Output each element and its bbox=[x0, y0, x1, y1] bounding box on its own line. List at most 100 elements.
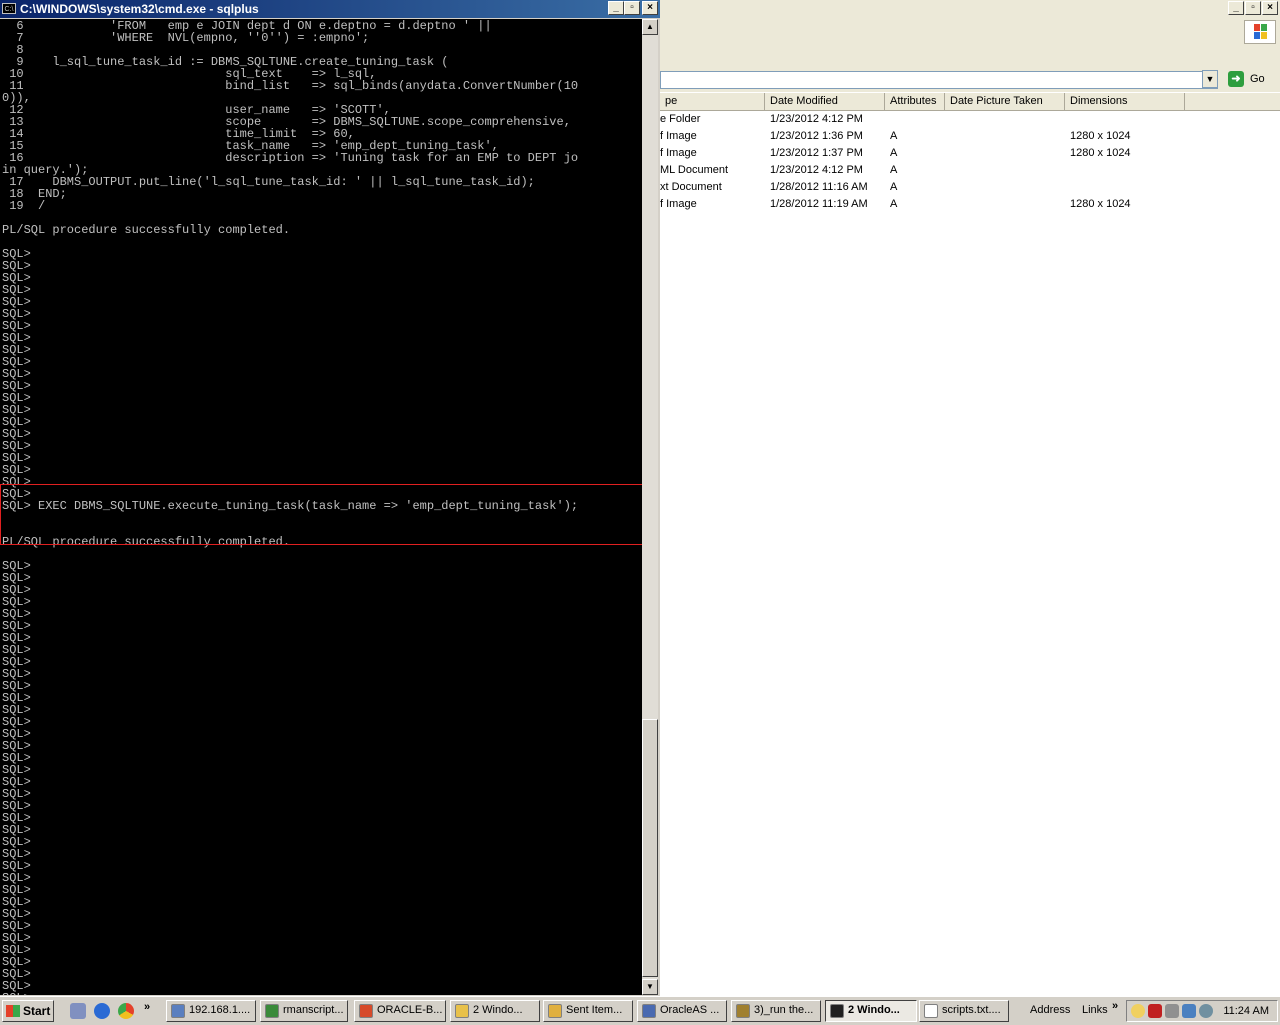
scroll-thumb[interactable] bbox=[642, 719, 658, 977]
address-dropdown-icon[interactable]: ▼ bbox=[1202, 70, 1218, 88]
console-line: SQL> bbox=[2, 787, 31, 801]
start-button[interactable]: Start bbox=[2, 1000, 54, 1022]
file-taken bbox=[950, 162, 1060, 179]
console-line: SQL> bbox=[2, 739, 31, 753]
taskbar: Start » 192.168.1.... rmanscript... ORACLE… bbox=[0, 996, 1280, 1025]
task-app-icon bbox=[548, 1004, 562, 1018]
console-scrollbar[interactable]: ▲ ▼ bbox=[642, 19, 658, 995]
console-line: SQL> bbox=[2, 847, 31, 861]
taskbar-button[interactable]: 3)_run the... bbox=[731, 1000, 821, 1022]
file-row[interactable]: e Folder 1/23/2012 4:12 PM bbox=[660, 111, 1280, 128]
console-line: SQL> bbox=[2, 607, 31, 621]
scroll-up-icon[interactable]: ▲ bbox=[642, 19, 658, 35]
console-line: 16 description => 'Tuning task for an EM… bbox=[2, 151, 579, 165]
console-line: SQL> bbox=[2, 283, 31, 297]
minimize-button[interactable]: _ bbox=[1228, 1, 1244, 15]
file-date: 1/28/2012 11:19 AM bbox=[770, 198, 868, 210]
console-line: SQL> bbox=[2, 871, 31, 885]
console-line: SQL> bbox=[2, 391, 31, 405]
file-row[interactable]: f Image 1/28/2012 11:19 AM A 1280 x 1024 bbox=[660, 196, 1280, 213]
file-dims: 1280 x 1024 bbox=[1070, 147, 1131, 159]
start-label: Start bbox=[23, 1004, 51, 1018]
console-output[interactable]: 6 'FROM emp e JOIN dept d ON e.deptno = … bbox=[0, 19, 642, 995]
column-header-attributes[interactable]: Attributes bbox=[885, 93, 945, 110]
go-button[interactable]: ➜ Go bbox=[1226, 70, 1276, 90]
scroll-down-icon[interactable]: ▼ bbox=[642, 979, 658, 995]
file-type: e Folder bbox=[660, 113, 701, 125]
file-attr: A bbox=[890, 164, 898, 176]
taskbar-button[interactable]: rmanscript... bbox=[260, 1000, 348, 1022]
task-label: Sent Item... bbox=[566, 1004, 623, 1016]
tray-update-icon[interactable] bbox=[1199, 1004, 1213, 1018]
column-header-dimensions[interactable]: Dimensions bbox=[1065, 93, 1185, 110]
console-line: SQL> bbox=[2, 367, 31, 381]
file-taken bbox=[950, 128, 1060, 145]
highlight-annotation bbox=[0, 484, 642, 545]
file-date: 1/28/2012 11:16 AM bbox=[770, 181, 868, 193]
tray-shield-icon[interactable] bbox=[1148, 1004, 1162, 1018]
explorer-titlebar[interactable]: _ ▫ × bbox=[660, 0, 1280, 18]
show-desktop-icon[interactable] bbox=[70, 1003, 86, 1019]
console-line: SQL> bbox=[2, 403, 31, 417]
task-app-icon bbox=[736, 1004, 750, 1018]
console-line: SQL> bbox=[2, 247, 31, 261]
file-type: f Image bbox=[660, 198, 697, 210]
console-line: SQL> bbox=[2, 811, 31, 825]
file-row[interactable]: xt Document 1/28/2012 11:16 AM A bbox=[660, 179, 1280, 196]
restore-button[interactable]: ▫ bbox=[1245, 1, 1261, 15]
file-date: 1/23/2012 4:12 PM bbox=[770, 164, 863, 176]
task-label: OracleAS ... bbox=[660, 1004, 720, 1016]
file-date: 1/23/2012 1:37 PM bbox=[770, 147, 863, 159]
taskbar-button[interactable]: OracleAS ... bbox=[637, 1000, 727, 1022]
console-line: 11 bind_list => sql_binds(anydata.Conver… bbox=[2, 79, 579, 93]
file-type: xt Document bbox=[660, 181, 722, 193]
file-type: f Image bbox=[660, 147, 697, 159]
tray-smiley-icon[interactable] bbox=[1131, 1004, 1145, 1018]
internet-explorer-icon[interactable] bbox=[94, 1003, 110, 1019]
file-taken bbox=[950, 111, 1060, 128]
restore-button[interactable]: ▫ bbox=[624, 1, 640, 15]
close-button[interactable]: × bbox=[642, 1, 658, 15]
console-line: SQL> bbox=[2, 595, 31, 609]
console-line: SQL> bbox=[2, 559, 31, 573]
file-row[interactable]: f Image 1/23/2012 1:37 PM A 1280 x 1024 bbox=[660, 145, 1280, 162]
taskbar-button[interactable]: scripts.txt.... bbox=[919, 1000, 1009, 1022]
console-line: SQL> bbox=[2, 835, 31, 849]
tray-volume-icon[interactable] bbox=[1165, 1004, 1179, 1018]
close-button[interactable]: × bbox=[1262, 1, 1278, 15]
file-dims bbox=[1070, 162, 1180, 179]
taskbar-button[interactable]: 2 Windo... bbox=[825, 1000, 917, 1022]
console-window: C:\ C:\WINDOWS\system32\cmd.exe - sqlplu… bbox=[0, 0, 660, 996]
file-row[interactable]: ML Document 1/23/2012 4:12 PM A bbox=[660, 162, 1280, 179]
taskbar-button[interactable]: 192.168.1.... bbox=[166, 1000, 256, 1022]
console-titlebar[interactable]: C:\ C:\WINDOWS\system32\cmd.exe - sqlplu… bbox=[0, 0, 660, 18]
chrome-icon[interactable] bbox=[118, 1003, 134, 1019]
address-input[interactable] bbox=[660, 71, 1218, 89]
console-line: SQL> bbox=[2, 775, 31, 789]
taskbar-button[interactable]: ORACLE-B... bbox=[354, 1000, 446, 1022]
taskbar-links-label[interactable]: Links bbox=[1082, 1004, 1108, 1016]
console-line: SQL> bbox=[2, 691, 31, 705]
file-attr: A bbox=[890, 198, 898, 210]
console-line: SQL> bbox=[2, 451, 31, 465]
console-line: SQL> bbox=[2, 655, 31, 669]
minimize-button[interactable]: _ bbox=[608, 1, 624, 15]
column-header-type[interactable]: pe bbox=[660, 93, 765, 110]
quick-launch-more-icon[interactable]: » bbox=[144, 1001, 150, 1013]
console-line: SQL> bbox=[2, 439, 31, 453]
taskbar-button[interactable]: 2 Windo... bbox=[450, 1000, 540, 1022]
tray-network-icon[interactable] bbox=[1182, 1004, 1196, 1018]
links-more-icon[interactable]: » bbox=[1112, 1000, 1118, 1012]
taskbar-button[interactable]: Sent Item... bbox=[543, 1000, 633, 1022]
console-line: SQL> bbox=[2, 619, 31, 633]
file-row[interactable]: f Image 1/23/2012 1:36 PM A 1280 x 1024 bbox=[660, 128, 1280, 145]
console-line: SQL> bbox=[2, 379, 31, 393]
taskbar-address-label[interactable]: Address bbox=[1030, 1004, 1070, 1016]
clock: 11:24 AM bbox=[1223, 1005, 1269, 1017]
file-attr: A bbox=[890, 181, 898, 193]
column-header-date-picture-taken[interactable]: Date Picture Taken bbox=[945, 93, 1065, 110]
column-header-date-modified[interactable]: Date Modified bbox=[765, 93, 885, 110]
file-taken bbox=[950, 145, 1060, 162]
file-date: 1/23/2012 4:12 PM bbox=[770, 113, 863, 125]
